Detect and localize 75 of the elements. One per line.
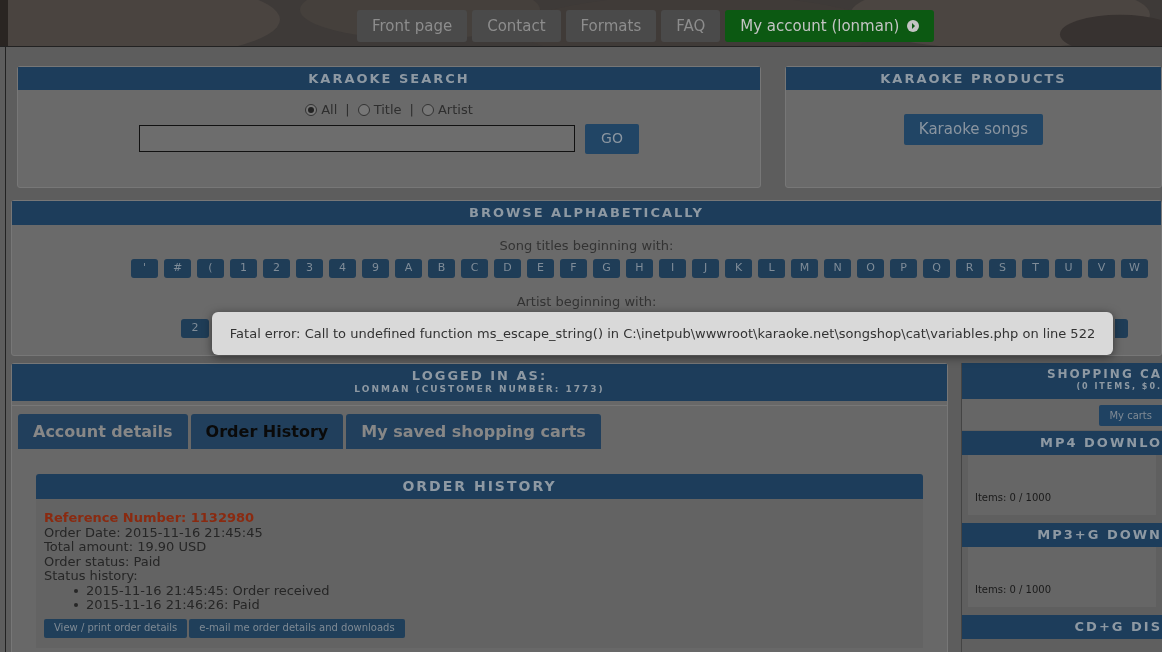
letter-button[interactable]: S <box>989 258 1016 278</box>
letter-button[interactable]: O <box>857 258 884 278</box>
letter-button[interactable]: E <box>527 258 554 278</box>
order-detail: Total amount: 19.90 USD <box>44 540 208 555</box>
letter-button[interactable]: U <box>1055 258 1082 278</box>
section-title: ORDER HISTORY <box>36 474 923 499</box>
letter-button[interactable]: P <box>890 258 917 278</box>
letter-button[interactable]: J <box>692 258 719 278</box>
letter-button[interactable]: 3 <box>296 258 323 278</box>
panel-title: BROWSE ALPHABETICALLY <box>12 201 1161 225</box>
panel-title: KARAOKE PRODUCTS <box>786 67 1161 90</box>
letter-button[interactable]: R <box>956 258 983 278</box>
radio-option[interactable]: Artist <box>421 100 473 120</box>
section-title: MP4 DOWNLO <box>962 431 1162 455</box>
letter-button[interactable]: 4 <box>329 258 356 278</box>
separator: | <box>409 101 414 119</box>
letter-button[interactable]: ' <box>131 258 158 278</box>
panel-title: KARAOKE SEARCH <box>18 67 760 90</box>
letter-button[interactable]: H <box>626 258 653 278</box>
section-title: MP3+G DOWN <box>962 523 1162 547</box>
go-button[interactable]: GO <box>585 123 639 154</box>
letter-button[interactable]: 2 <box>263 258 290 278</box>
cart-summary: (0 ITEMS, $0. <box>1076 383 1162 391</box>
tab[interactable]: Account details <box>18 414 188 449</box>
letter-button[interactable]: M <box>791 258 818 278</box>
karaoke-songs-button[interactable]: Karaoke songs <box>903 114 1044 145</box>
letter-button[interactable]: I <box>659 258 686 278</box>
tab[interactable]: Order History <box>190 414 344 449</box>
order-detail: Order status: Paid <box>44 554 162 569</box>
panel-title: LOGGED IN AS: <box>411 369 548 382</box>
letter-button[interactable]: 9 <box>362 258 389 278</box>
nav-button[interactable]: Contact <box>472 10 561 42</box>
nav-button[interactable]: Formats <box>565 10 657 42</box>
letter-button[interactable]: W <box>1121 258 1148 278</box>
item-count: Items: 0 / 1000 <box>974 491 1052 505</box>
reference-number: Reference Number: 1132980 <box>44 511 256 526</box>
search-field[interactable] <box>139 124 575 152</box>
separator: | <box>345 101 350 119</box>
letter-button[interactable]: K <box>725 258 752 278</box>
nav-button[interactable]: FAQ <box>661 10 721 42</box>
letter-button[interactable]: Q <box>923 258 950 278</box>
radio-option[interactable]: All <box>305 100 338 120</box>
section-title: CD+G DIS <box>962 615 1162 639</box>
letter-button[interactable]: A <box>395 258 422 278</box>
letter-button[interactable]: T <box>1022 258 1049 278</box>
order-detail: Order Date: 2015-11-16 21:45:45 <box>44 525 264 540</box>
letter-button[interactable]: F <box>560 258 587 278</box>
order-detail: Status history: <box>44 569 139 584</box>
error-dialog: Fatal error: Call to undefined function ms_escape_string() in C:\inetpub\wwwroot\karaoke.net\songshop\cat\variables.php on line 522 <box>212 312 1113 355</box>
bullet-icon <box>74 588 78 593</box>
letter-button[interactable]: 2 <box>181 319 209 338</box>
tab[interactable]: My saved shopping carts <box>346 414 601 449</box>
letter-button[interactable]: B <box>428 258 455 278</box>
bullet-icon <box>74 603 78 608</box>
letter-button[interactable]: D <box>494 258 521 278</box>
letter-button[interactable]: # <box>164 258 191 278</box>
letter-button[interactable]: 1 <box>230 258 257 278</box>
arrow-circle-icon <box>907 20 920 32</box>
history-entry: 2015-11-16 21:46:26: Paid <box>86 598 260 613</box>
letter-button[interactable]: G <box>593 258 620 278</box>
letter-button[interactable]: C <box>461 258 488 278</box>
letter-button[interactable]: ( <box>197 258 224 278</box>
history-entry: 2015-11-16 21:45:45: Order received <box>86 583 330 598</box>
customer-number: LONMAN (CUSTOMER NUMBER: 1773) <box>354 385 605 394</box>
item-count: Items: 0 / 1000 <box>974 583 1052 597</box>
panel-title: SHOPPING CA <box>1046 368 1162 380</box>
nav-button[interactable]: My account (lonman) <box>725 10 935 42</box>
letter-button[interactable]: V <box>1088 258 1115 278</box>
order-action-button[interactable]: View / print order details <box>44 618 188 638</box>
letter-button[interactable]: L <box>758 258 785 278</box>
my-carts-button[interactable]: My carts <box>1099 405 1162 426</box>
letter-button[interactable]: N <box>824 258 851 278</box>
order-action-button[interactable]: e-mail me order details and downloads <box>189 618 405 638</box>
radio-option[interactable]: Title <box>357 100 402 120</box>
nav-button[interactable]: Front page <box>357 10 468 42</box>
